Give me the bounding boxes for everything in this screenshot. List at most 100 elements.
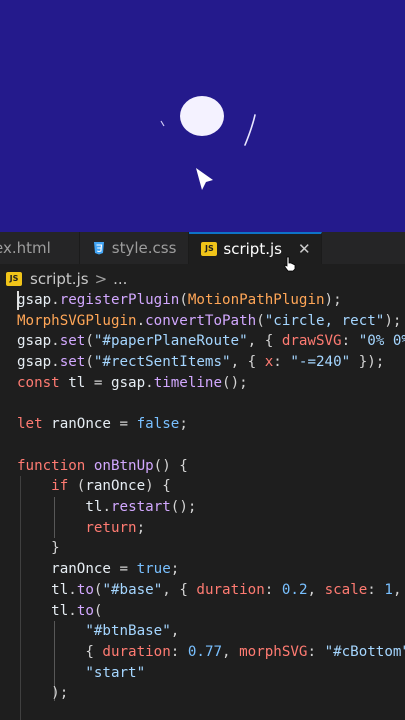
code-token: { — [17, 643, 103, 660]
code-token: gsap — [17, 333, 52, 350]
code-token: ; — [136, 519, 146, 536]
code-token: ( — [85, 354, 94, 371]
code-token: = — [110, 561, 137, 578]
code-token: (); — [222, 374, 248, 391]
code-token: return — [85, 519, 137, 536]
code-token: , — [170, 623, 180, 640]
animation-preview — [0, 0, 405, 232]
code-token: set — [59, 354, 86, 371]
code-token: set — [59, 333, 86, 350]
code-token: function — [17, 457, 94, 474]
code-token: , { — [230, 354, 265, 371]
code-line[interactable]: gsap.set("#paperPlaneRoute", { drawSVG: … — [17, 331, 405, 352]
code-line[interactable]: MorphSVGPlugin.convertToPath("circle, re… — [17, 311, 401, 332]
preview-dot — [160, 120, 165, 127]
code-token: , — [222, 643, 240, 660]
code-token: : — [341, 333, 359, 350]
paper-plane-icon — [196, 168, 213, 190]
code-token: . — [136, 312, 146, 329]
code-token: ranOnce — [85, 478, 146, 495]
tab-label: style.css — [111, 239, 177, 257]
code-token: scale — [324, 581, 368, 598]
code-token: ); — [384, 312, 402, 329]
code-line[interactable]: return; — [17, 518, 145, 539]
code-line[interactable]: function onBtnUp() { — [17, 456, 188, 477]
preview-canvas — [160, 96, 256, 190]
code-line[interactable]: let ranOnce = false; — [17, 414, 188, 435]
code-line[interactable]: tl.restart(); — [17, 497, 196, 518]
code-token: ranOnce — [51, 561, 111, 578]
code-line[interactable]: } — [17, 538, 60, 559]
close-icon[interactable]: ✕ — [298, 240, 311, 258]
code-token: . — [51, 333, 60, 350]
code-token: registerPlugin — [59, 292, 180, 308]
preview-arc-line — [244, 114, 256, 146]
breadcrumb: JS script.js > ... — [0, 266, 405, 292]
code-token: } — [17, 540, 60, 557]
code-token: gsap — [110, 374, 146, 391]
code-token: 1 — [384, 581, 393, 598]
code-editor[interactable]: gsap.registerPlugin(MotionPathPlugin); Mo… — [0, 290, 405, 720]
code-token: "#cBottom" — [324, 643, 405, 660]
code-line[interactable]: const tl = gsap.timeline(); — [17, 373, 248, 394]
code-token: : — [307, 643, 325, 660]
code-line[interactable]: { duration: 0.77, morphSVG: "#cBottom" — [17, 642, 405, 663]
code-line[interactable]: "start" — [17, 663, 145, 684]
code-token: ); — [17, 685, 69, 702]
code-token: morphSVG — [239, 643, 308, 660]
code-token: tl — [68, 374, 86, 391]
code-token: to — [76, 602, 94, 619]
code-line[interactable]: "#btnBase", — [17, 621, 179, 642]
code-token: MorphSVGPlugin — [17, 312, 137, 329]
code-token: . — [68, 581, 77, 598]
code-token: ) { — [145, 478, 171, 495]
code-token: tl — [51, 602, 69, 619]
code-line[interactable]: ranOnce = true; — [17, 559, 179, 580]
breadcrumb-separator: > — [94, 270, 108, 288]
code-line[interactable]: ); — [17, 683, 68, 704]
code-token: , { — [247, 333, 282, 350]
code-token: "#paperPlaneRoute" — [93, 333, 248, 350]
code-token: ( — [85, 333, 94, 350]
code-token: : — [273, 354, 291, 371]
code-token: false — [136, 416, 180, 433]
code-token: "start" — [85, 664, 146, 681]
tab-script-js[interactable]: JS script.js ✕ — [189, 232, 322, 264]
code-token: . — [51, 292, 60, 308]
code-line[interactable]: tl.to( — [17, 601, 102, 622]
tab-label: ex.html — [0, 239, 51, 257]
code-token: }); — [350, 354, 385, 371]
code-token: gsap — [17, 292, 52, 308]
code-line[interactable]: tl.to("#base", { duration: 0.2, scale: 1… — [17, 580, 401, 601]
code-token: duration — [102, 643, 171, 660]
breadcrumb-file[interactable]: script.js — [30, 270, 89, 288]
code-token: : — [170, 643, 188, 660]
code-token: (); — [170, 499, 197, 515]
code-line[interactable]: if (ranOnce) { — [17, 476, 171, 497]
code-token: () { — [153, 457, 188, 474]
code-token: let — [17, 416, 52, 433]
code-token: "#rectSentItems" — [93, 354, 231, 371]
code-line[interactable]: gsap.registerPlugin(MotionPathPlugin); — [17, 290, 342, 311]
code-token: gsap — [17, 354, 52, 371]
code-token: , — [392, 581, 402, 598]
code-token: tl — [85, 499, 103, 515]
code-token: ( — [256, 312, 265, 329]
code-token: "#btnBase" — [85, 623, 171, 640]
code-token: 0.77 — [187, 643, 223, 660]
code-token: x — [264, 354, 274, 371]
tab-style-css[interactable]: style.css — [80, 232, 190, 264]
code-token: convertToPath — [145, 312, 257, 329]
tab-index-html[interactable]: ex.html — [0, 232, 80, 264]
code-token: . — [102, 499, 111, 515]
code-token: to — [76, 581, 94, 598]
js-icon: JS — [201, 242, 218, 256]
breadcrumb-more[interactable]: ... — [113, 270, 127, 288]
code-token: ( — [93, 602, 103, 619]
code-token: ; — [179, 416, 188, 433]
code-line[interactable]: gsap.set("#rectSentItems", { x: "-=240" … — [17, 352, 384, 373]
code-token: ); — [324, 292, 342, 308]
